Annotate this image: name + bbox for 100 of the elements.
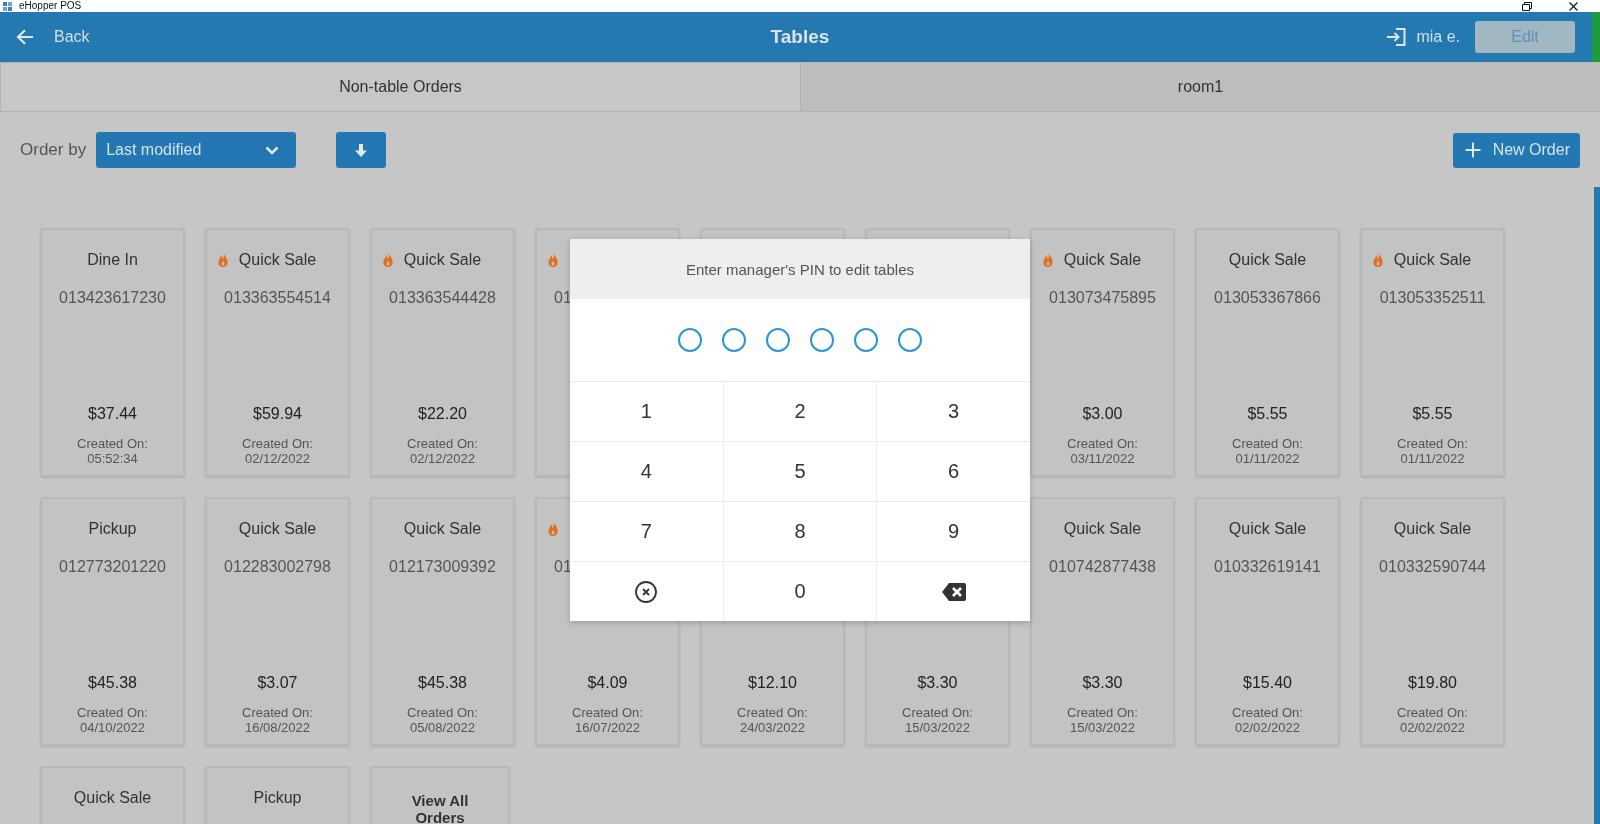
created-label: Created On:: [407, 705, 478, 720]
order-card[interactable]: Quick Sale 012283002798 $3.07 Created On: 16/08/2022: [205, 497, 350, 746]
created-label: Created On:: [407, 436, 478, 451]
order-total: $15.40: [1243, 673, 1292, 693]
order-number: 010742877438: [1048, 557, 1157, 577]
created-date: 01/11/2022: [1235, 451, 1300, 466]
order-type: Quick Sale: [1227, 251, 1308, 269]
created-label: Created On:: [1232, 705, 1303, 720]
created-label: Created On:: [77, 436, 148, 451]
back-arrow-icon: [16, 29, 34, 45]
created-date: 16/08/2022: [244, 720, 311, 735]
created-date: 02/12/2022: [409, 451, 476, 466]
order-card[interactable]: Dine In 013423617230 $37.44 Created On: 05:52:34: [40, 228, 185, 477]
order-number: 010332590744: [1378, 557, 1487, 577]
status-indicator-bar: [1592, 12, 1600, 62]
keypad-key[interactable]: 7: [570, 502, 723, 561]
order-total: $5.55: [1247, 404, 1288, 424]
order-number: 012773201220: [58, 557, 167, 577]
order-type: Quick Sale: [1392, 520, 1473, 538]
order-number: 012173009392: [388, 557, 497, 577]
keypad-key[interactable]: 6: [877, 442, 1030, 501]
tab[interactable]: Non-table Orders: [0, 62, 801, 112]
created-date: 16/07/2022: [574, 720, 641, 735]
created-date: 02/02/2022: [1234, 720, 1301, 735]
order-type: Quick Sale: [402, 251, 483, 269]
created-date: 05:52:34: [87, 451, 138, 466]
order-card[interactable]: Quick Sale 013053367866 $5.55 Created On: 01/11/2022: [1195, 228, 1340, 477]
view-all-orders-button[interactable]: View All Orders: [370, 766, 510, 824]
close-icon[interactable]: [1569, 1, 1578, 11]
order-type: Dine In: [86, 251, 139, 269]
created-date: 04/10/2022: [79, 720, 146, 735]
created-label: Created On:: [572, 705, 643, 720]
backspace-key[interactable]: [877, 562, 1030, 621]
circle-x-icon: [635, 580, 658, 603]
new-order-button[interactable]: New Order: [1452, 132, 1580, 168]
order-card[interactable]: Quick Sale 013053352511 $5.55 Created On: 01/11/2022: [1360, 228, 1505, 477]
pin-prompt: Enter manager's PIN to edit tables: [686, 260, 914, 278]
scrollbar-thumb[interactable]: [1594, 187, 1600, 824]
order-card[interactable]: Quick Sale 013073475895 $3.00 Created On: 03/11/2022: [1030, 228, 1175, 477]
created-date: 01/11/2022: [1400, 451, 1465, 466]
tab[interactable]: room1: [801, 62, 1600, 112]
order-card[interactable]: Quick Sale 013363544428 $22.20 Created On: 02/12/2022: [370, 228, 515, 477]
order-number: 013053352511: [1378, 288, 1487, 308]
order-number: 012283002798: [223, 557, 332, 577]
sort-direction-button[interactable]: [336, 132, 387, 168]
order-type: Pickup: [87, 520, 138, 538]
order-card[interactable]: Quick Sale 010332590744 $19.80 Created On: 02/02/2022: [1360, 497, 1505, 746]
order-card[interactable]: Quick Sale 010332619141 $15.40 Created On: 02/02/2022: [1195, 497, 1340, 746]
sign-in-icon[interactable]: [1386, 28, 1407, 46]
keypad-key[interactable]: 0: [723, 562, 877, 621]
order-total: $59.94: [253, 404, 302, 424]
order-card[interactable]: Quick Sale 012173009392 $45.38 Created On: 05/08/2022: [370, 497, 515, 746]
keypad-key[interactable]: 8: [723, 502, 877, 561]
order-by-dropdown[interactable]: Last modified: [96, 132, 297, 168]
keypad-key[interactable]: 2: [723, 382, 877, 441]
order-total: $45.38: [88, 673, 137, 693]
order-total: $37.44: [88, 404, 137, 424]
order-type: Quick Sale: [72, 789, 153, 807]
order-number: 013073475895: [1048, 288, 1157, 308]
order-number: 013423617230: [58, 288, 167, 308]
created-label: Created On:: [902, 705, 973, 720]
created-date: 15/03/2022: [904, 720, 971, 735]
order-card[interactable]: Quick Sale 010742877438 $3.30 Created On: 15/03/2022: [1030, 497, 1175, 746]
keypad-key[interactable]: 9: [877, 502, 1030, 561]
order-type: Quick Sale: [402, 520, 483, 538]
order-card[interactable]: Quick Sale: [40, 766, 185, 824]
keypad-key[interactable]: 1: [570, 382, 723, 441]
order-type: Quick Sale: [1062, 251, 1143, 269]
page-title: Tables: [770, 26, 830, 48]
plus-icon: [1464, 142, 1481, 158]
created-date: 24/03/2022: [739, 720, 806, 735]
order-card[interactable]: Pickup: [205, 766, 350, 824]
order-total: $3.30: [1082, 673, 1123, 693]
backspace-icon: [941, 582, 966, 601]
order-number: 01: [553, 288, 573, 308]
chevron-down-icon: [265, 145, 280, 155]
created-date: 02/12/2022: [244, 451, 311, 466]
keypad-key[interactable]: 3: [877, 382, 1030, 441]
created-date: 15/03/2022: [1069, 720, 1136, 735]
order-type: Quick Sale: [1227, 520, 1308, 538]
order-total: $19.80: [1408, 673, 1457, 693]
order-number: 013053367866: [1213, 288, 1322, 308]
order-total: $12.10: [748, 673, 797, 693]
keypad-key[interactable]: 4: [570, 442, 723, 501]
created-label: Created On:: [77, 705, 148, 720]
restore-icon[interactable]: [1522, 1, 1532, 11]
order-card[interactable]: Quick Sale 013363554514 $59.94 Created On: 02/12/2022: [205, 228, 350, 477]
keypad-key[interactable]: 5: [723, 442, 877, 501]
created-date: 02/02/2022: [1399, 720, 1466, 735]
order-total: $45.38: [418, 673, 467, 693]
order-number: 01: [553, 557, 573, 577]
created-label: Created On:: [1232, 436, 1303, 451]
order-total: $3.07: [257, 673, 298, 693]
back-button[interactable]: Back: [0, 17, 96, 57]
created-label: Created On:: [1397, 436, 1468, 451]
created-date: 03/11/2022: [1070, 451, 1135, 466]
window-title: eHopper POS: [19, 0, 82, 12]
created-label: Created On:: [1397, 705, 1468, 720]
order-card[interactable]: Pickup 012773201220 $45.38 Created On: 04/10/2022: [40, 497, 185, 746]
order-total: $5.55: [1412, 404, 1453, 424]
